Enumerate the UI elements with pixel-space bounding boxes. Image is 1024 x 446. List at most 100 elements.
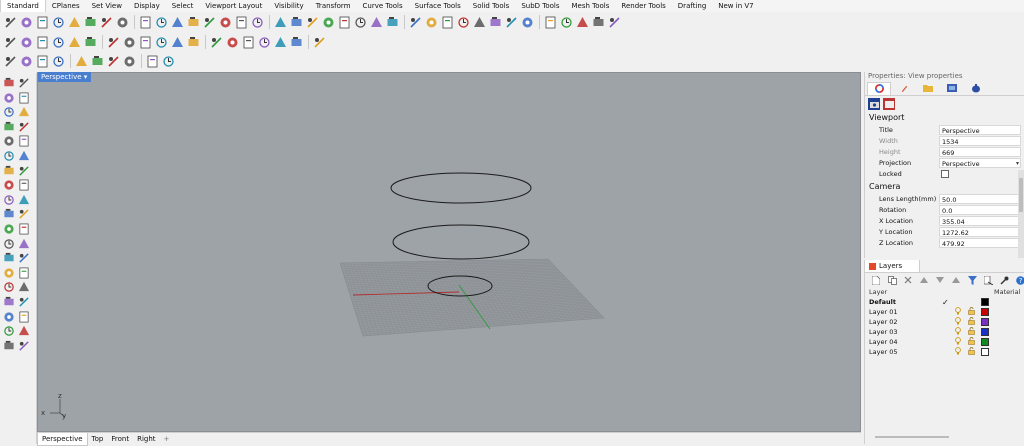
dimension-icon[interactable] [18,296,30,308]
properties-icon[interactable] [575,15,589,29]
property-value-y-location[interactable]: 1272.62 [939,226,1021,237]
perspective-viewport[interactable]: x y z [37,72,861,432]
tab-standard[interactable]: Standard [0,0,46,12]
tab-mesh-tools[interactable]: Mesh Tools [566,0,616,12]
mesh-icon[interactable] [3,208,15,220]
tab-right[interactable]: Right [133,433,159,445]
dimension-icon[interactable] [90,54,104,68]
block-icon[interactable] [18,311,30,323]
analyze-icon[interactable] [3,325,15,337]
current-layer-check[interactable] [939,317,952,327]
arc-icon[interactable] [18,106,30,118]
lightbulb-icon[interactable] [952,337,965,347]
move-icon[interactable] [3,252,15,264]
layer-row-layer-05[interactable]: Layer 05 [866,347,1024,357]
locked-checkbox[interactable] [941,169,949,178]
hide-points-icon[interactable] [225,35,239,49]
filter-icon[interactable] [965,273,979,287]
chevron-down-icon[interactable]: ▾ [84,73,88,81]
zoom-window-icon[interactable] [202,15,216,29]
cut-icon[interactable] [83,15,97,29]
tab-transform[interactable]: Transform [310,0,357,12]
set-cplane-icon[interactable] [305,15,319,29]
zoom-icon[interactable] [186,15,200,29]
add-viewport-icon[interactable]: + [160,433,174,445]
layer-name[interactable]: Default [866,297,939,307]
wireframe-icon[interactable] [520,15,534,29]
import-icon[interactable] [67,15,81,29]
properties-scrollbar[interactable] [1018,170,1024,258]
pencil-icon[interactable] [893,82,915,94]
layer-name[interactable]: Layer 05 [866,347,939,357]
lock-icon[interactable] [965,337,978,347]
move-down-icon[interactable] [933,273,947,287]
point-icon[interactable] [385,15,399,29]
scale-icon[interactable] [18,267,30,279]
tab-drafting[interactable]: Drafting [672,0,712,12]
light-off-icon[interactable] [67,35,81,49]
print-icon[interactable] [51,15,65,29]
curve-icon[interactable] [3,106,15,118]
tab-cplanes[interactable]: CPlanes [46,0,86,12]
layer-off-icon[interactable] [289,35,303,49]
layer-row-layer-02[interactable]: Layer 02 [866,317,1024,327]
select-lights-icon[interactable] [83,35,97,49]
layer-material[interactable] [991,347,1024,357]
layer-material[interactable] [991,317,1024,327]
layer-material[interactable] [991,297,1024,307]
show-all-icon[interactable] [3,35,17,49]
color-wheel-icon[interactable] [867,81,891,95]
camera-icon[interactable] [868,98,880,110]
layer-row-layer-03[interactable]: Layer 03 [866,327,1024,337]
layer-name[interactable]: Layer 01 [866,307,939,317]
four-views-icon[interactable] [273,15,287,29]
light-icon[interactable] [18,340,30,352]
options-icon[interactable] [591,15,605,29]
maximize-icon[interactable] [35,54,49,68]
tab-subd-tools[interactable]: SubD Tools [515,0,565,12]
cplane-grid-icon[interactable] [51,54,65,68]
current-layer-check[interactable] [939,327,952,337]
layer-state-icon[interactable] [257,35,271,49]
subd-icon[interactable] [18,208,30,220]
lock-object-icon[interactable] [138,35,152,49]
array-icon[interactable] [18,281,30,293]
lightbulb-icon[interactable] [952,297,965,307]
tab-set-view[interactable]: Set View [86,0,128,12]
undo-view-icon[interactable] [250,15,264,29]
select-locked-icon[interactable] [170,35,184,49]
sun-icon[interactable] [504,15,518,29]
layer-name[interactable]: Layer 04 [866,337,939,347]
chevron-down-icon[interactable]: ▾ [1016,159,1019,169]
material-icon[interactable] [472,15,486,29]
split-icon[interactable] [3,223,15,235]
show-points-icon[interactable] [241,35,255,49]
property-value-x-location[interactable]: 355.04 [939,215,1021,226]
cplane-icon[interactable] [289,15,303,29]
layer-color-swatch[interactable] [978,297,991,307]
shaded-icon[interactable] [543,15,557,29]
tab-curve-tools[interactable]: Curve Tools [357,0,409,12]
light-on-icon[interactable] [51,35,65,49]
property-value-lens-length-mm-[interactable]: 50.0 [939,193,1021,204]
lock-icon[interactable] [965,347,978,357]
new-sublayer-icon[interactable] [885,273,899,287]
col-layer[interactable]: Layer [866,287,939,297]
layer-color-swatch[interactable] [978,307,991,317]
lightbulb-icon[interactable] [952,307,965,317]
rotate-icon[interactable] [3,267,15,279]
render-icon[interactable] [456,15,470,29]
layer-color-swatch[interactable] [978,347,991,357]
teapot-icon[interactable] [965,82,987,94]
layer-lock-icon[interactable] [312,35,326,49]
undo-icon[interactable] [138,15,152,29]
extrude-icon[interactable] [3,165,15,177]
property-value-rotation[interactable]: 0.0 [939,204,1021,215]
viewport-icon[interactable] [19,54,33,68]
layer-material[interactable] [991,327,1024,337]
tab-new-in-v7[interactable]: New in V7 [712,0,759,12]
osnap-icon[interactable] [145,54,159,68]
help-icon[interactable]: ? [1013,273,1024,287]
wallpaper-icon[interactable] [883,98,895,110]
surface-icon[interactable] [424,15,438,29]
